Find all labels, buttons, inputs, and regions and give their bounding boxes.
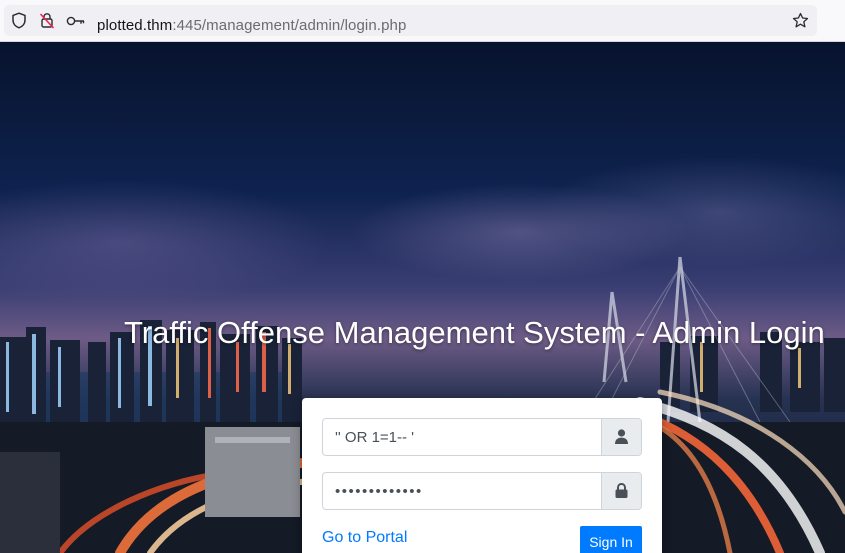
login-card: Go to Portal Sign In <box>302 398 662 553</box>
password-input[interactable] <box>323 473 603 509</box>
username-input-group <box>322 418 642 456</box>
username-input[interactable] <box>323 419 603 455</box>
bookmark-star-icon[interactable] <box>792 12 809 29</box>
key-icon[interactable] <box>66 15 86 27</box>
username-addon <box>601 419 641 455</box>
password-addon <box>601 473 641 509</box>
url-host: plotted.thm <box>97 17 173 34</box>
connection-not-secure-icon[interactable] <box>39 12 55 29</box>
address-bar[interactable]: plotted.thm:445/management/admin/login.p… <box>4 5 817 36</box>
browser-toolbar: plotted.thm:445/management/admin/login.p… <box>0 0 845 42</box>
shield-icon[interactable] <box>11 12 27 29</box>
url-text: plotted.thm:445/management/admin/login.p… <box>97 17 406 34</box>
sign-in-button[interactable]: Sign In <box>580 526 642 553</box>
page-title: Traffic Offense Management System - Admi… <box>124 315 825 350</box>
go-to-portal-link[interactable]: Go to Portal <box>322 529 407 547</box>
password-input-group <box>322 472 642 510</box>
login-page-background: Traffic Offense Management System - Admi… <box>0 42 845 553</box>
url-path: :445/management/admin/login.php <box>172 17 407 34</box>
user-icon <box>615 429 628 444</box>
lock-icon <box>615 483 628 498</box>
